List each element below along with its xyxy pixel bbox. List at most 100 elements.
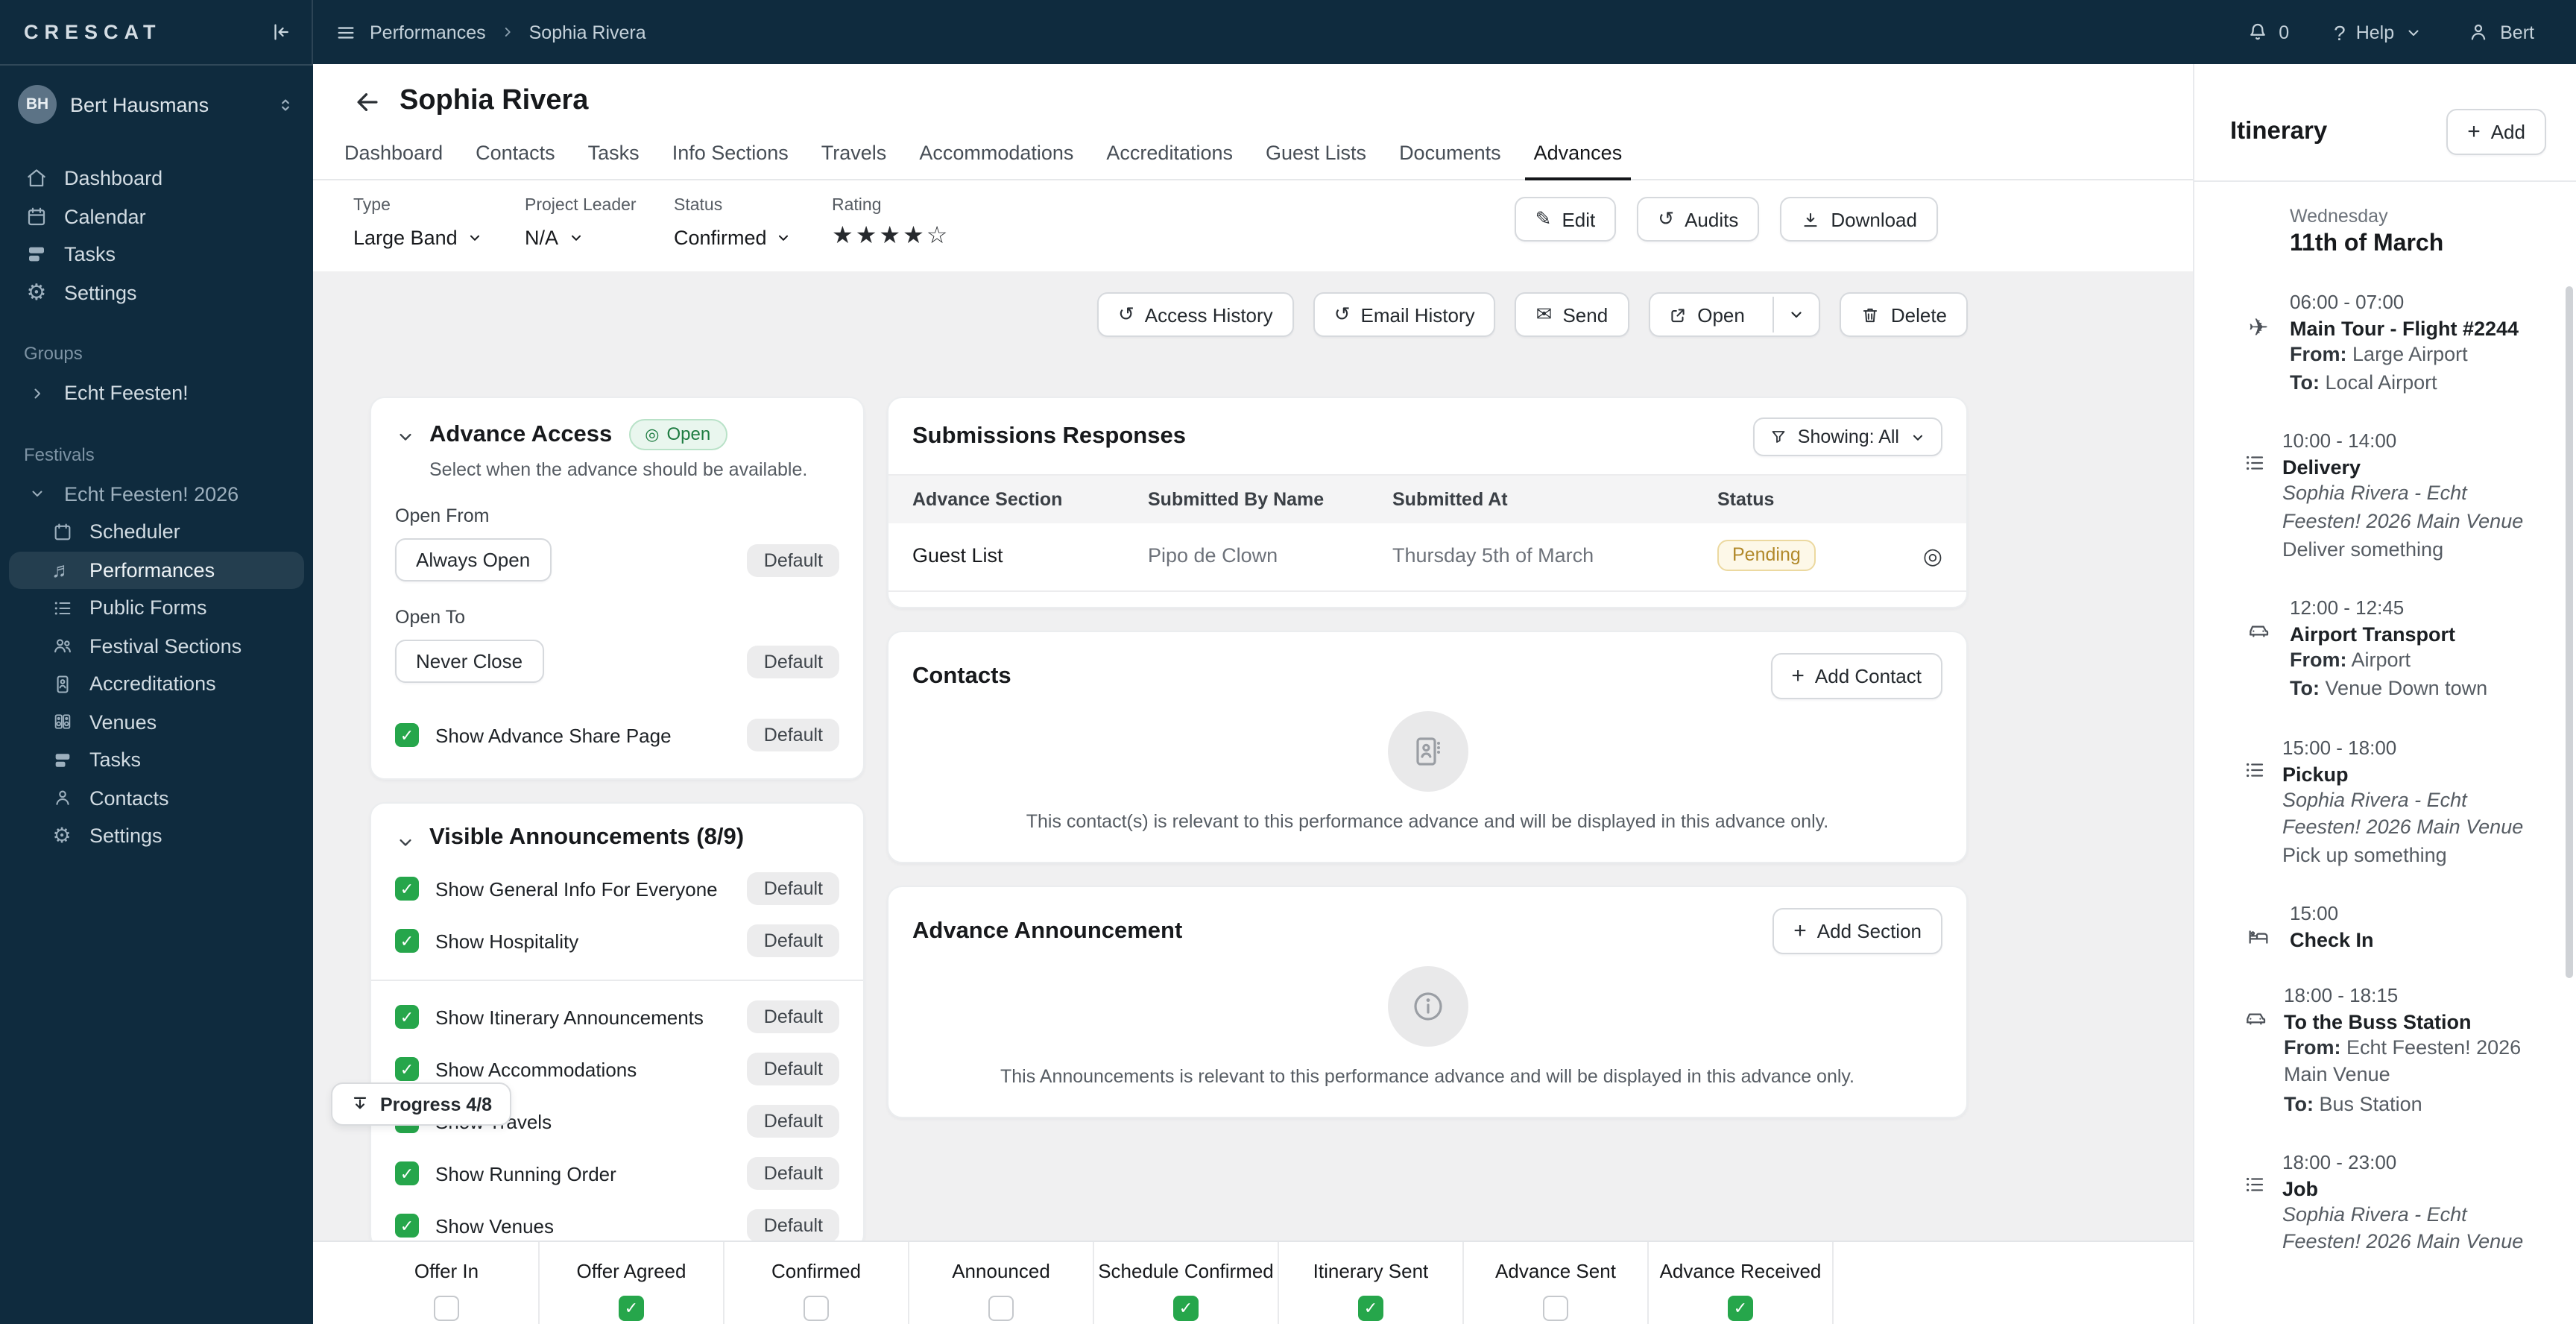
sidebar-item-contacts[interactable]: Contacts: [0, 779, 313, 817]
show-advance-share-page-checkbox[interactable]: [395, 723, 419, 747]
sidebar-item-label: Performances: [89, 558, 215, 581]
back-button[interactable]: [353, 87, 382, 116]
add-contact-button[interactable]: + Add Contact: [1770, 653, 1942, 699]
advance-received-checkbox[interactable]: [1728, 1296, 1753, 1321]
delete-button[interactable]: Delete: [1840, 292, 1968, 337]
itinerary-day: Wednesday: [2290, 206, 2388, 227]
tab-advances[interactable]: Advances: [1524, 131, 1632, 180]
email-history-button[interactable]: ↺ Email History: [1313, 292, 1496, 337]
progress-button[interactable]: Progress 4/8: [331, 1082, 512, 1126]
itinerary-event[interactable]: 15:00 - 18:00 Pickup Sophia Rivera - Ech…: [2230, 736, 2543, 869]
sidebar-item-calendar[interactable]: Calendar: [0, 198, 313, 236]
sidebar-item-festival-tasks[interactable]: Tasks: [0, 741, 313, 779]
type-label: Type: [353, 197, 391, 215]
show-venues-checkbox[interactable]: [395, 1214, 419, 1238]
download-button[interactable]: Download: [1780, 197, 1938, 242]
sidebar-item-scheduler[interactable]: Scheduler: [0, 513, 313, 551]
itinerary-event[interactable]: 18:00 - 18:15 To the Buss Station From: …: [2230, 984, 2543, 1117]
question-icon: ?: [2334, 20, 2346, 44]
rating-stars[interactable]: ★★★★☆: [832, 221, 950, 250]
submission-row[interactable]: Guest List Pipo de Clown Thursday 5th of…: [888, 523, 1966, 592]
performance-header: Sophia Rivera Dashboard Contacts Tasks I…: [313, 64, 2193, 271]
tab-accommodations[interactable]: Accommodations: [910, 131, 1082, 179]
sidebar-item-festival-settings[interactable]: ⚙ Settings: [0, 817, 313, 855]
sidebar-item-dashboard[interactable]: Dashboard: [0, 160, 313, 198]
itinerary-event[interactable]: 15:00 Check In: [2230, 902, 2543, 951]
workspace-selector[interactable]: BH Bert Hausmans: [0, 73, 313, 136]
tab-accreditations[interactable]: Accreditations: [1097, 131, 1242, 179]
announcement-row: Show Itinerary Announcements Default: [395, 1000, 839, 1033]
send-button[interactable]: ✉ Send: [1515, 292, 1629, 337]
show-running-order-checkbox[interactable]: [395, 1161, 419, 1185]
logo-area: CRESCAT: [0, 0, 313, 64]
sidebar-item-festival-sections[interactable]: Festival Sections: [0, 627, 313, 665]
confirmed-checkbox[interactable]: [804, 1296, 829, 1321]
collapse-card-icon[interactable]: [395, 832, 416, 853]
add-itinerary-button[interactable]: + Add: [2446, 109, 2546, 155]
announced-checkbox[interactable]: [988, 1296, 1014, 1321]
itinerary-sent-checkbox[interactable]: [1358, 1296, 1383, 1321]
show-hospitality-checkbox[interactable]: [395, 929, 419, 953]
tab-info-sections[interactable]: Info Sections: [663, 131, 798, 179]
access-history-button[interactable]: ↺ Access History: [1096, 292, 1294, 337]
sidebar-item-label: Settings: [89, 825, 162, 848]
sidebar-item-public-forms[interactable]: Public Forms: [0, 589, 313, 627]
open-to-button[interactable]: Never Close: [395, 640, 544, 683]
tab-travels[interactable]: Travels: [812, 131, 896, 179]
open-label: Open: [1697, 303, 1745, 326]
sidebar-collapse-icon[interactable]: [270, 21, 292, 43]
sidebar-item-settings[interactable]: ⚙ Settings: [0, 274, 313, 312]
menu-icon[interactable]: [335, 22, 356, 42]
sidebar-item-label: Settings: [64, 281, 137, 304]
itinerary-event[interactable]: ✈ 06:00 - 07:00 Main Tour - Flight #2244…: [2230, 291, 2543, 397]
itinerary-event[interactable]: 18:00 - 23:00 Job Sophia Rivera - Echt F…: [2230, 1151, 2543, 1256]
notifications-button[interactable]: 0: [2246, 21, 2289, 43]
itinerary-scroll-area[interactable]: Wednesday 11th of March ✈ 06:00 - 07:00 …: [2194, 182, 2576, 1256]
offer-in-checkbox[interactable]: [434, 1296, 459, 1321]
tab-guest-lists[interactable]: Guest Lists: [1257, 131, 1375, 179]
audits-button[interactable]: ↺ Audits: [1637, 197, 1760, 242]
breadcrumb-current: Sophia Rivera: [528, 22, 646, 42]
user-menu[interactable]: Bert: [2467, 21, 2534, 43]
add-section-button[interactable]: + Add Section: [1772, 908, 1942, 954]
show-accommodations-checkbox[interactable]: [395, 1057, 419, 1081]
itinerary-event[interactable]: 10:00 - 14:00 Delivery Sophia Rivera - E…: [2230, 430, 2543, 564]
breadcrumb-section[interactable]: Performances: [370, 22, 486, 42]
open-from-button[interactable]: Always Open: [395, 538, 552, 581]
sidebar-item-performances[interactable]: ♬ Performances: [9, 551, 304, 589]
status-label: Advance Sent: [1495, 1260, 1616, 1282]
open-button[interactable]: Open: [1650, 294, 1763, 335]
sidebar-item-group-echt-feesten[interactable]: Echt Feesten!: [0, 374, 313, 412]
open-dropdown-toggle[interactable]: [1772, 297, 1819, 332]
sidebar-item-label: Accreditations: [89, 672, 216, 696]
sidebar-item-festival-2026[interactable]: Echt Feesten! 2026: [0, 475, 313, 513]
tab-dashboard[interactable]: Dashboard: [335, 131, 452, 179]
checkbox-label: Show Running Order: [435, 1162, 616, 1185]
showing-filter-button[interactable]: Showing: All: [1752, 417, 1942, 456]
advance-sent-checkbox[interactable]: [1543, 1296, 1568, 1321]
tab-documents[interactable]: Documents: [1390, 131, 1510, 179]
itinerary-event[interactable]: 12:00 - 12:45 Airport Transport From: Ai…: [2230, 596, 2543, 703]
offer-agreed-checkbox[interactable]: [619, 1296, 644, 1321]
sidebar-item-tasks[interactable]: Tasks: [0, 236, 313, 274]
project-leader-select[interactable]: N/A: [525, 227, 674, 249]
announcement-row: Show Hospitality Default: [395, 924, 839, 957]
help-menu[interactable]: ? Help: [2334, 20, 2422, 44]
tab-tasks[interactable]: Tasks: [579, 131, 648, 179]
sidebar-item-accreditations[interactable]: Accreditations: [0, 665, 313, 703]
status-schedule-confirmed: Schedule Confirmed: [1094, 1242, 1279, 1324]
scrollbar-thumb[interactable]: [2566, 286, 2573, 978]
edit-button[interactable]: ✎ Edit: [1514, 197, 1617, 242]
sidebar-item-venues[interactable]: Venues: [0, 703, 313, 741]
status-select[interactable]: Confirmed: [674, 227, 832, 249]
view-submission-icon[interactable]: ◎: [1923, 542, 1942, 569]
show-itinerary-announcements-checkbox[interactable]: [395, 1005, 419, 1029]
show-general-info-checkbox[interactable]: [395, 877, 419, 901]
download-icon: [1801, 209, 1820, 229]
tab-contacts[interactable]: Contacts: [467, 131, 564, 179]
collapse-card-icon[interactable]: [395, 426, 416, 480]
type-select[interactable]: Large Band: [353, 227, 525, 249]
event-time: 18:00 - 18:15: [2284, 984, 2399, 1007]
schedule-confirmed-checkbox[interactable]: [1173, 1296, 1199, 1321]
festivals-section-label: Festivals: [24, 444, 95, 464]
